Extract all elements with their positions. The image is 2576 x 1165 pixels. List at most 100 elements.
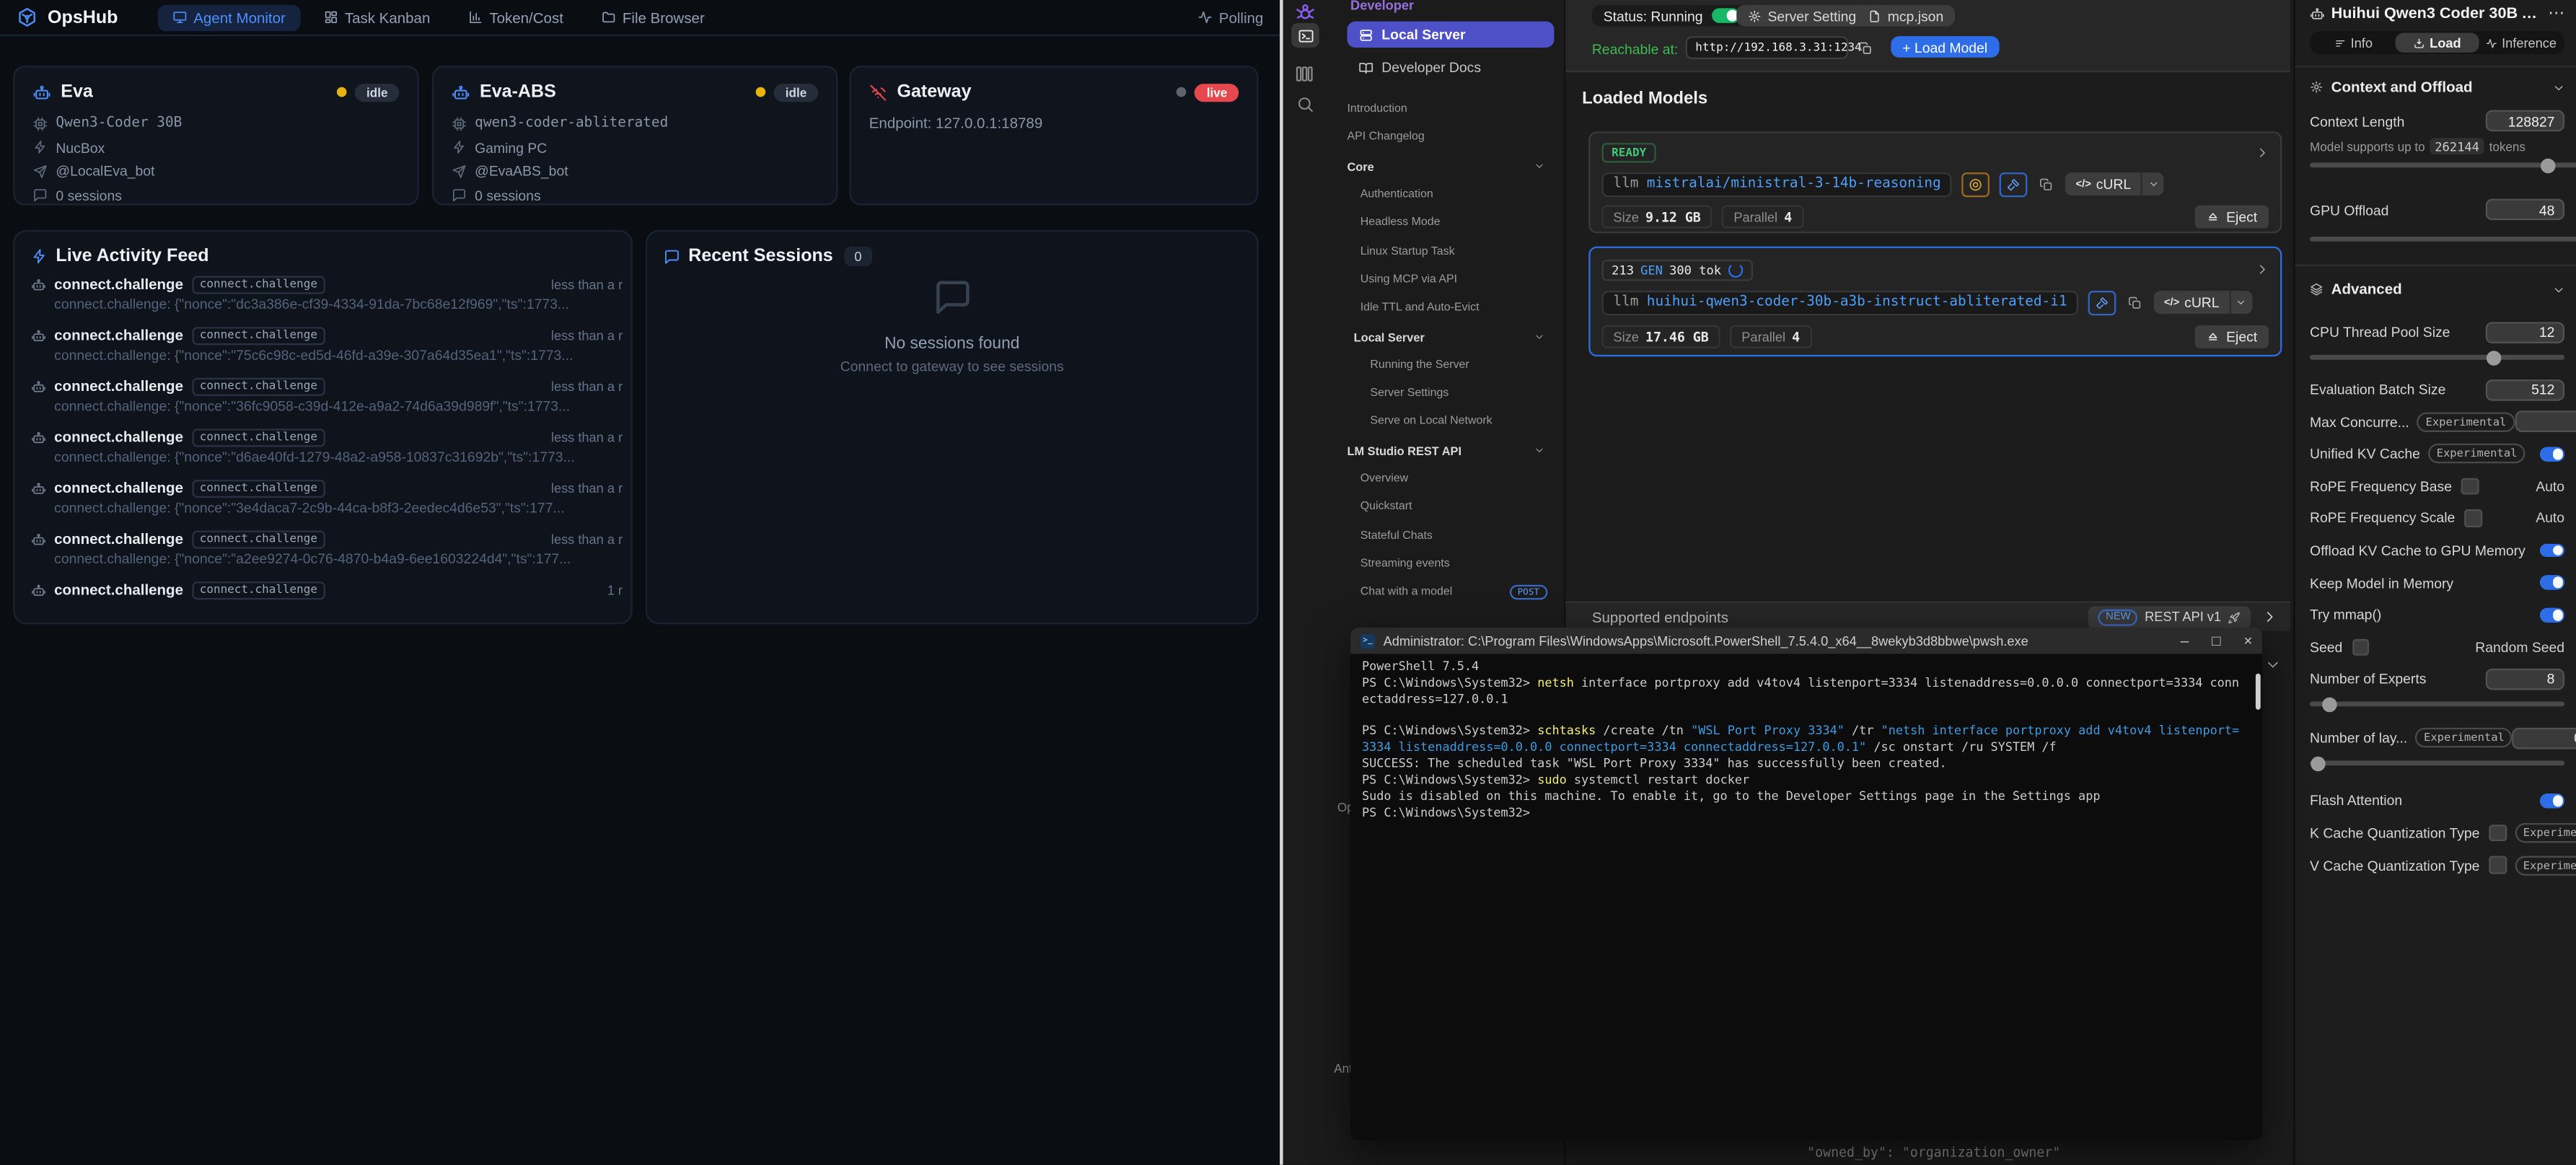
docs-nav-item[interactable]: Introduction [1347, 95, 1557, 123]
chevron-down-icon [2553, 283, 2564, 295]
docs-nav-item[interactable]: Running the Server [1347, 351, 1557, 379]
terminal-window[interactable]: >_ Administrator: C:\Program Files\Windo… [1350, 628, 2262, 1140]
status-badge: idle [774, 83, 818, 101]
copy-icon[interactable] [2039, 177, 2054, 191]
value-field[interactable]: 8 [2486, 669, 2564, 690]
curl-dropdown[interactable]: </>cURL [2154, 291, 2252, 314]
slider-handle[interactable] [2310, 757, 2324, 771]
loaded-model-card-2[interactable]: 213 GEN 300 tok llm huihui-qwen3-coder-3… [1588, 247, 2282, 357]
columns-icon[interactable] [1295, 64, 1314, 84]
copy-icon[interactable] [2128, 295, 2142, 309]
checkbox[interactable] [2462, 478, 2479, 495]
value-field[interactable]: 512 [2486, 379, 2564, 400]
context-length-slider[interactable] [2310, 162, 2576, 167]
config-slider[interactable] [2310, 695, 2564, 714]
tab-task-kanban[interactable]: Task Kanban [309, 4, 445, 30]
eject-button[interactable]: Eject [2195, 325, 2269, 348]
docs-nav-item[interactable]: Core [1347, 152, 1557, 180]
feed-list[interactable]: connect.challengeconnect.challengeless t… [31, 274, 623, 616]
context-length-field[interactable]: 128827 [2486, 110, 2564, 132]
toggle-on[interactable] [2540, 543, 2564, 557]
tab-inference[interactable]: Inference [2479, 33, 2563, 53]
robot-icon [2310, 6, 2324, 21]
config-slider[interactable] [2310, 754, 2564, 773]
close-button[interactable]: × [2243, 633, 2252, 649]
maximize-button[interactable]: □ [2212, 633, 2220, 649]
gpu-offload-field[interactable]: 48 [2486, 199, 2564, 221]
eject-button[interactable]: Eject [2195, 206, 2269, 229]
tools-button[interactable] [2088, 290, 2116, 315]
checkbox[interactable] [2352, 638, 2370, 656]
gateway-card[interactable]: Gateway live Endpoint: 127.0.0.1:18789 [849, 66, 1258, 206]
agent-card-eva[interactable]: Eva idle Qwen3-Coder 30B NucBox @LocalEv… [13, 66, 419, 206]
vision-button[interactable] [1962, 172, 1990, 196]
checkbox[interactable] [2489, 856, 2507, 874]
tab-file-browser[interactable]: File Browser [586, 4, 720, 30]
value-field[interactable]: 4 [2515, 411, 2576, 433]
terminal-titlebar[interactable]: >_ Administrator: C:\Program Files\Windo… [1350, 628, 2262, 654]
chevron-right-icon[interactable] [2256, 263, 2269, 276]
docs-nav-item[interactable]: API Changelog [1347, 123, 1557, 151]
curl-dropdown[interactable]: </>cURL [2066, 172, 2164, 195]
docs-nav-item[interactable]: Using MCP via API [1347, 265, 1557, 294]
model-identifier-field[interactable]: llm huihui-qwen3-coder-30b-a3b-instruct-… [1601, 290, 2078, 315]
docs-nav-item[interactable]: Serve on Local Network [1347, 408, 1557, 436]
feed-timestamp: less than a r [551, 480, 623, 495]
docs-nav-item[interactable]: Overview [1347, 465, 1557, 493]
slider-handle[interactable] [2541, 158, 2556, 172]
terminal-body[interactable]: PowerShell 7.5.4PS C:\Windows\System32> … [1350, 654, 2262, 1140]
tab-load[interactable]: Load [2395, 33, 2479, 53]
reachable-url-field[interactable]: http://192.168.3.31:1234 [1686, 36, 1848, 59]
value-field[interactable]: 12 [2486, 321, 2564, 343]
docs-nav-item[interactable]: Linux Startup Task [1347, 237, 1557, 265]
server-settings-button[interactable]: Server Settings [1736, 5, 1875, 27]
docs-nav-item[interactable]: Stateful Chats [1347, 522, 1557, 550]
checkbox[interactable] [2489, 825, 2507, 842]
docs-nav-item[interactable]: Local Server [1347, 322, 1557, 351]
mcp-json-button[interactable]: mcp.json [1856, 5, 1955, 27]
chevron-down-icon[interactable] [2266, 657, 2280, 672]
advanced-section-header[interactable]: Advanced [2310, 281, 2564, 297]
developer-rail-button[interactable] [1291, 23, 1319, 48]
docs-nav-item[interactable]: Chat with a modelPOST [1347, 579, 1557, 607]
toggle-on[interactable] [2540, 576, 2564, 589]
tools-button[interactable] [2000, 172, 2028, 196]
gpu-offload-slider[interactable] [2310, 237, 2576, 242]
sidebar-item-developer-docs[interactable]: Developer Docs [1347, 54, 1554, 80]
overflow-menu[interactable]: ⋯ [2548, 5, 2564, 23]
toggle-on[interactable] [2540, 608, 2564, 622]
loaded-model-card-1[interactable]: READY llm mistralai/ministral-3-14b-reas… [1588, 131, 2282, 233]
copy-icon[interactable] [1858, 41, 1873, 56]
load-model-button[interactable]: + Load Model [1891, 36, 1999, 58]
toggle-on[interactable] [2540, 793, 2564, 807]
value-field[interactable]: 0 [2513, 728, 2576, 749]
docs-nav-item[interactable]: Server Settings [1347, 379, 1557, 408]
sidebar-item-local-server[interactable]: Local Server [1347, 22, 1554, 48]
docs-nav-item[interactable]: Headless Mode [1347, 209, 1557, 237]
search-icon[interactable] [1296, 95, 1314, 113]
supported-endpoints-row[interactable]: Supported endpoints NEW REST API v1 [1565, 602, 2290, 631]
agent-spider-icon[interactable] [1295, 1, 1316, 23]
rest-api-v1-button[interactable]: NEW REST API v1 [2088, 605, 2251, 628]
model-identifier-field[interactable]: llm mistralai/ministral-3-14b-reasoning [1601, 172, 1952, 196]
minimize-button[interactable]: – [2181, 633, 2189, 649]
terminal-scrollbar[interactable] [2256, 674, 2261, 710]
chevron-right-icon[interactable] [2262, 610, 2277, 624]
docs-nav-item[interactable]: Quickstart [1347, 493, 1557, 522]
context-offload-section-header[interactable]: Context and Offload [2310, 79, 2564, 95]
checkbox[interactable] [2465, 509, 2482, 527]
tab-agent-monitor[interactable]: Agent Monitor [157, 4, 300, 30]
docs-nav-item[interactable]: Streaming events [1347, 550, 1557, 578]
toggle-on[interactable] [2540, 447, 2564, 461]
polling-indicator[interactable]: Polling [1197, 9, 1263, 26]
config-slider[interactable] [2310, 348, 2564, 367]
tab-info[interactable]: Info [2311, 33, 2395, 53]
agent-card-eva-abs[interactable]: Eva-ABS idle qwen3-coder-abliterated Gam… [432, 66, 838, 206]
chevron-right-icon[interactable] [2256, 146, 2269, 159]
docs-nav-item[interactable]: Authentication [1347, 180, 1557, 208]
docs-nav-item[interactable]: LM Studio REST API [1347, 436, 1557, 465]
slider-handle[interactable] [2323, 698, 2337, 712]
tab-token-cost[interactable]: Token/Cost [453, 4, 578, 30]
slider-handle[interactable] [2486, 350, 2500, 364]
docs-nav-item[interactable]: Idle TTL and Auto-Evict [1347, 294, 1557, 322]
